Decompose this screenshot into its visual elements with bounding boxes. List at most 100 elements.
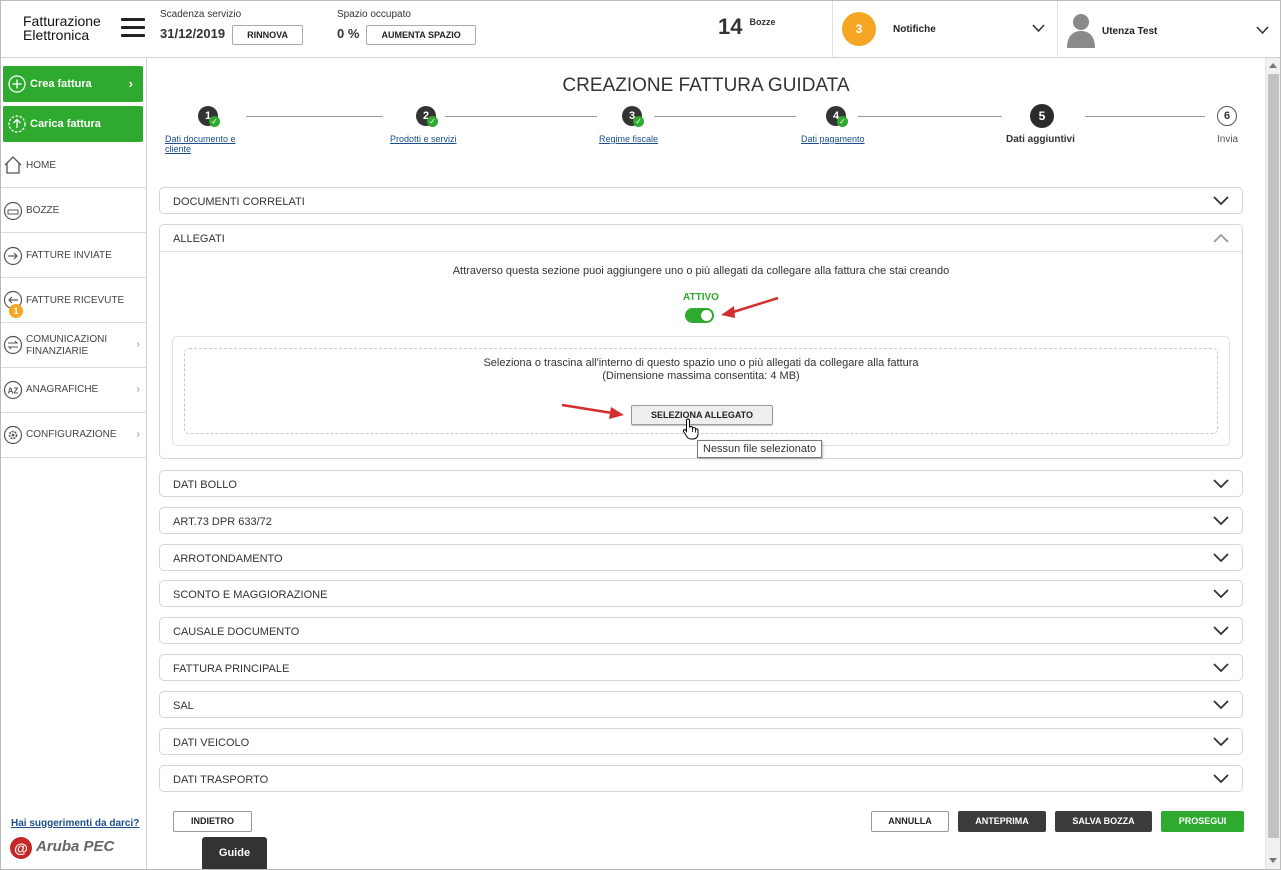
section-title: CAUSALE DOCUMENTO [173,626,300,638]
storage-value: 0 % [337,26,360,41]
step-number: 6 [1217,106,1237,126]
drafts-counter[interactable]: 14 Bozze [718,14,776,40]
allegati-toggle[interactable] [685,308,714,323]
chevron-down-icon [1213,196,1229,206]
sidebar-item-label: HOME [26,160,56,171]
scroll-down-icon[interactable] [1269,858,1277,863]
back-button[interactable]: INDIETRO [173,811,252,832]
received-count-badge: 1 [9,304,23,318]
stepper-connector [445,116,597,117]
step-number: 5 [1030,104,1054,128]
scroll-up-icon[interactable] [1269,63,1277,68]
chevron-down-icon [1213,663,1229,673]
stepper-connector [858,116,1002,117]
continue-button[interactable]: PROSEGUI [1161,811,1244,832]
sidebar: Crea fattura › Carica fattura HOME BOZZE… [0,58,147,870]
page-title: CREAZIONE FATTURA GUIDATA [562,75,850,96]
user-avatar-icon [1067,14,1095,48]
sidebar-item-fatture-ricevute[interactable]: 1 FATTURE RICEVUTE [0,278,146,323]
section-sal[interactable]: SAL [159,691,1243,718]
guide-button[interactable]: Guide [202,837,267,870]
step-4-label[interactable]: Dati pagamento [801,134,865,144]
header-divider [832,0,833,57]
sidebar-item-label: FINANZIARIE [26,346,89,357]
sidebar-item-label: ANAGRAFICHE [26,384,99,395]
section-dati-veicolo[interactable]: DATI VEICOLO [159,728,1243,755]
az-icon: AZ [3,380,23,400]
check-icon: ✓ [837,116,848,127]
sidebar-item-label: FATTURE RICEVUTE [26,295,125,306]
check-icon: ✓ [209,116,220,127]
section-dati-trasporto[interactable]: DATI TRASPORTO [159,765,1243,792]
step-label-line: cliente [165,144,192,154]
service-expiry: Scadenza servizio 31/12/2019 RINNOVA [160,9,303,46]
storage-usage: Spazio occupato 0 % AUMENTA SPAZIO [337,9,476,46]
section-causale-documento[interactable]: CAUSALE DOCUMENTO [159,617,1243,644]
chevron-up-icon [1213,233,1229,243]
hamburger-menu-icon[interactable] [121,18,145,38]
renew-button[interactable]: RINNOVA [232,25,303,46]
aruba-logo-icon: @ [10,837,32,859]
section-title: SAL [173,700,194,712]
select-attachment-button[interactable]: SELEZIONA ALLEGATO [631,405,773,425]
preview-button[interactable]: ANTEPRIMA [958,811,1046,832]
main-content: CREAZIONE FATTURA GUIDATA 1 ✓ Dati docum… [147,58,1265,870]
chevron-down-icon [1213,516,1229,526]
section-art73[interactable]: ART.73 DPR 633/72 [159,507,1243,534]
sidebar-item-fatture-inviate[interactable]: FATTURE INVIATE [0,233,146,278]
step-6: 6 [1217,106,1237,126]
check-icon: ✓ [427,116,438,127]
step-5: 5 [1030,104,1054,128]
save-draft-button[interactable]: SALVA BOZZA [1055,811,1152,832]
upload-invoice-label: Carica fattura [30,118,101,130]
section-allegati-header[interactable]: ALLEGATI [160,225,1242,252]
sidebar-item-bozze[interactable]: BOZZE [0,188,146,233]
brand-name: Aruba PEC [36,838,115,855]
chevron-right-icon: › [136,384,140,395]
create-invoice-label: Crea fattura [30,78,92,90]
section-dati-bollo[interactable]: DATI BOLLO [159,470,1243,497]
notifications-menu[interactable]: 3 Notifiche [842,12,1052,46]
stepper-connector [1085,116,1205,117]
user-menu[interactable]: Utenza Test [1066,10,1276,50]
step-3-label[interactable]: Regime fiscale [599,134,658,144]
attachment-dropzone[interactable]: Seleziona o trascina all'interno di ques… [184,348,1218,434]
finance-icon [3,335,23,355]
section-title: DATI VEICOLO [173,737,250,749]
sidebar-item-comunicazioni-finanziarie[interactable]: COMUNICAZIONI FINANZIARIE › [0,323,146,368]
plus-circle-icon [8,75,26,93]
scroll-thumb[interactable] [1268,74,1279,838]
step-2-label[interactable]: Prodotti e servizi [390,134,457,144]
step-3[interactable]: 3 ✓ [622,106,644,127]
chevron-down-icon [1032,24,1045,33]
step-label-line: Dati documento e [165,134,236,144]
service-expiry-date: 31/12/2019 [160,26,226,41]
file-tooltip: Nessun file selezionato [697,440,823,458]
logo-line-2: Elettronica [23,27,90,43]
vertical-scrollbar[interactable] [1265,58,1281,870]
sidebar-item-anagrafiche[interactable]: AZ ANAGRAFICHE › [0,368,146,413]
step-1-label[interactable]: Dati documento e cliente [165,134,236,154]
chevron-down-icon [1213,553,1229,563]
stepper-connector [654,116,796,117]
section-documenti-correlati[interactable]: DOCUMENTI CORRELATI [159,187,1243,214]
sidebar-item-home[interactable]: HOME [0,143,146,188]
service-expiry-label: Scadenza servizio [160,9,242,20]
sent-icon [3,246,23,266]
section-arrotondamento[interactable]: ARROTONDAMENTO [159,544,1243,571]
app-logo[interactable]: Fatturazione Elettronica [23,14,101,42]
increase-space-button[interactable]: AUMENTA SPAZIO [366,25,476,46]
cancel-button[interactable]: ANNULLA [871,811,949,832]
step-1[interactable]: 1 ✓ [198,106,220,127]
allegati-description: Attraverso questa sezione puoi aggiunger… [452,265,950,277]
section-sconto-maggiorazione[interactable]: SCONTO E MAGGIORAZIONE [159,580,1243,607]
check-icon: ✓ [633,116,644,127]
feedback-link[interactable]: Hai suggerimenti da darci? [11,818,139,829]
sidebar-item-label: COMUNICAZIONI [26,334,108,345]
section-fattura-principale[interactable]: FATTURA PRINCIPALE [159,654,1243,681]
step-4[interactable]: 4 ✓ [826,106,848,127]
step-2[interactable]: 2 ✓ [416,106,438,127]
create-invoice-button[interactable]: Crea fattura › [3,66,143,102]
upload-invoice-button[interactable]: Carica fattura [3,106,143,142]
sidebar-item-configurazione[interactable]: CONFIGURAZIONE › [0,413,146,458]
